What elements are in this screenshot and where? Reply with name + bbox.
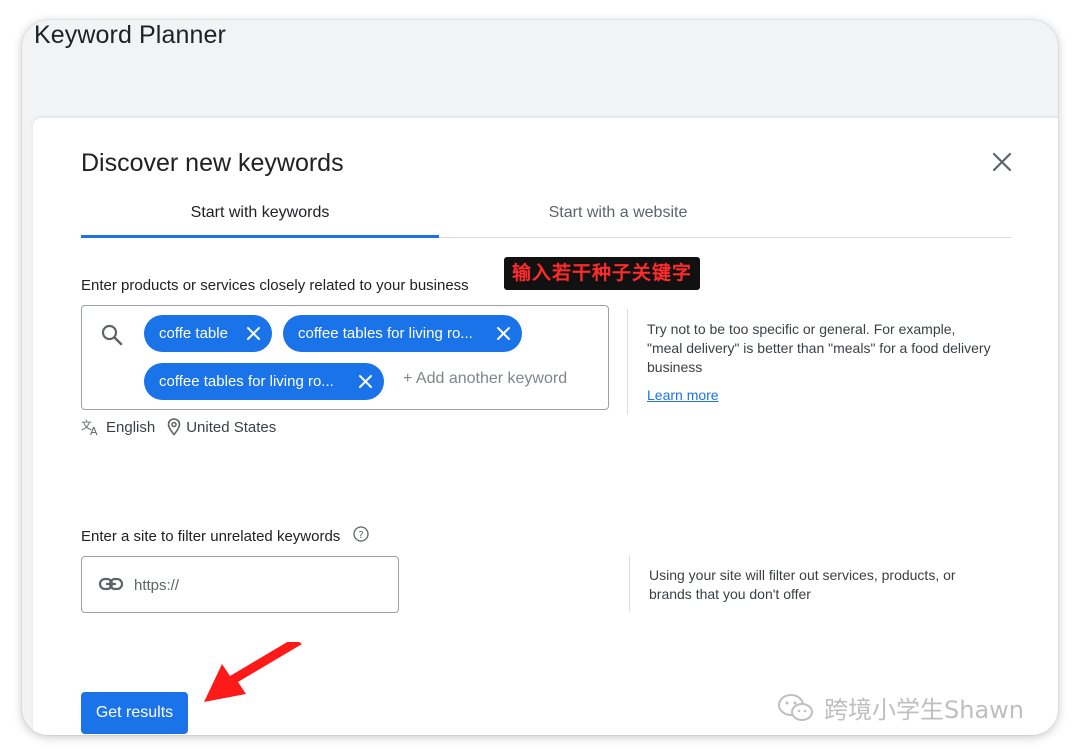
site-filter-label: Enter a site to filter unrelated keyword… xyxy=(81,528,341,545)
keyword-chip-label: coffe table xyxy=(159,325,228,342)
language-label: English xyxy=(106,418,156,436)
location-pin-icon xyxy=(167,418,181,436)
site-url-input[interactable] xyxy=(132,569,386,601)
keyword-chip-label: coffee tables for living ro... xyxy=(159,373,334,390)
help-icon[interactable]: ? xyxy=(353,526,369,542)
keyword-input-box[interactable]: coffe table coffee tables for living ro.… xyxy=(81,305,609,410)
wechat-icon xyxy=(778,693,813,721)
close-icon[interactable] xyxy=(991,151,1013,173)
annotation-label: 输入若干种子关键字 xyxy=(504,257,701,290)
dialog-title: Discover new keywords xyxy=(81,149,344,177)
red-arrow-icon xyxy=(204,642,302,702)
translate-icon: 文 A xyxy=(81,418,98,436)
search-icon xyxy=(101,324,123,346)
keyword-chip-label: coffee tables for living ro... xyxy=(298,325,473,342)
helper-divider xyxy=(629,555,630,612)
chip-remove-icon[interactable] xyxy=(495,325,512,342)
active-tab-indicator xyxy=(81,235,439,238)
site-helper-text: Using your site will filter out services… xyxy=(649,567,956,602)
keywords-helper-text: Try not to be too specific or general. F… xyxy=(647,321,991,375)
tab-start-with-keywords[interactable]: Start with keywords xyxy=(81,188,439,237)
keyword-chip[interactable]: coffee tables for living ro... xyxy=(283,315,522,352)
chip-remove-icon[interactable] xyxy=(357,373,374,390)
link-icon xyxy=(98,577,124,591)
keyword-chip[interactable]: coffee tables for living ro... xyxy=(144,363,384,400)
svg-text:?: ? xyxy=(358,530,363,541)
watermark: 跨境小学生Shawn xyxy=(776,690,1024,725)
language-selector[interactable]: 文 A English xyxy=(81,418,155,436)
app-window: Keyword Planner Discover new keywords St… xyxy=(22,20,1058,735)
tab-start-with-website[interactable]: Start with a website xyxy=(439,188,797,237)
add-keyword-input[interactable]: + Add another keyword xyxy=(403,370,567,388)
chip-remove-icon[interactable] xyxy=(245,325,262,342)
targeting-row: 文 A English United States xyxy=(81,418,288,436)
keyword-chip[interactable]: coffe table xyxy=(144,315,272,352)
keywords-label: Enter products or services closely relat… xyxy=(81,277,469,294)
location-selector[interactable]: United States xyxy=(167,418,276,436)
get-results-button[interactable]: Get results xyxy=(81,692,188,734)
svg-text:A: A xyxy=(90,425,98,436)
location-label: United States xyxy=(186,418,277,436)
discover-keywords-dialog: Discover new keywords Start with keyword… xyxy=(33,118,1058,735)
watermark-text: 跨境小学生Shawn xyxy=(824,696,1024,724)
learn-more-link[interactable]: Learn more xyxy=(647,387,719,403)
helper-divider xyxy=(627,309,628,414)
site-filter-field[interactable] xyxy=(81,556,399,613)
page-title: Keyword Planner xyxy=(34,21,226,49)
